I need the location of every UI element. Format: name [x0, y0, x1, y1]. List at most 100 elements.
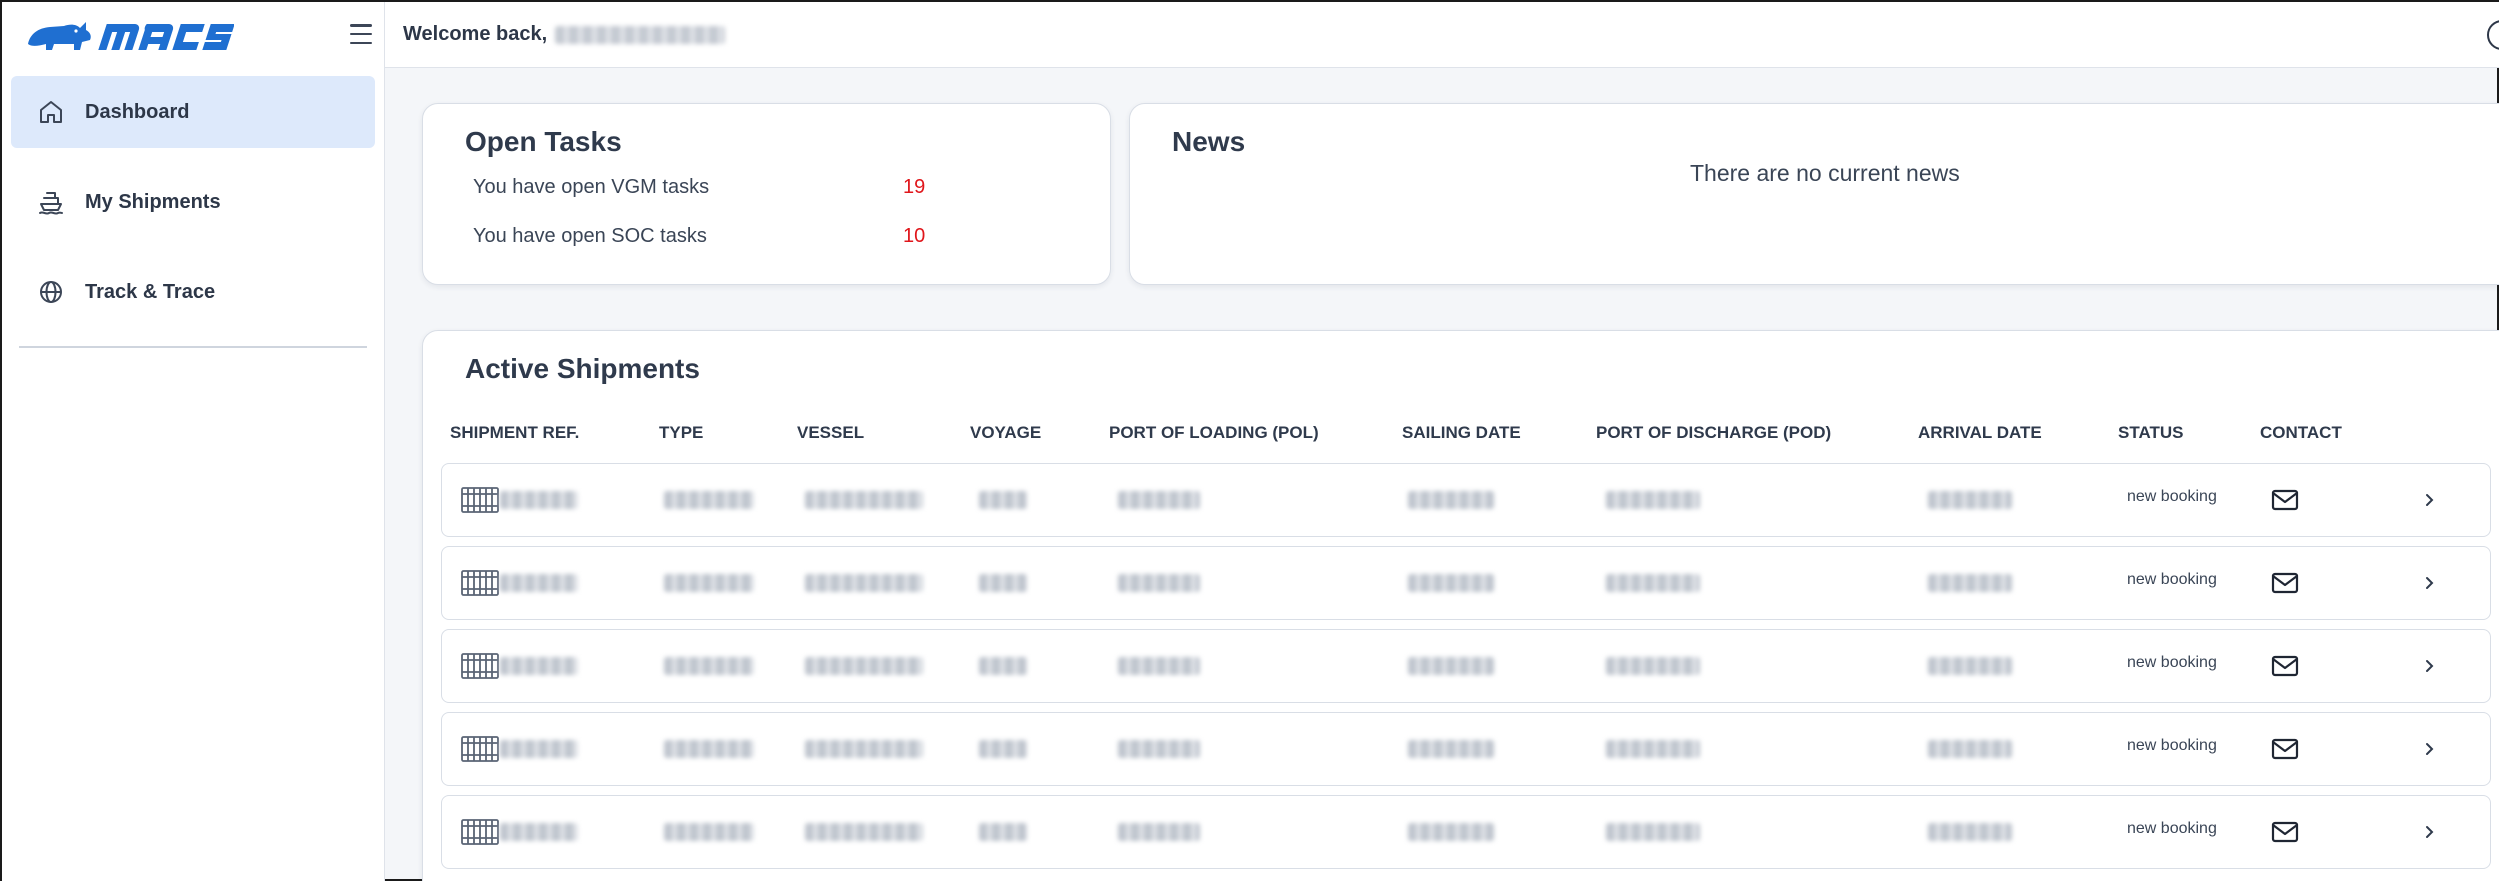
sidebar-nav: Dashboard My Shipments Track & Trace	[2, 68, 384, 348]
shipment-arrival: ██████	[1928, 657, 2012, 675]
user-avatar[interactable]	[2487, 20, 2499, 50]
news-title: News	[1172, 126, 1246, 157]
sidebar-item-dashboard[interactable]: Dashboard	[11, 76, 375, 148]
task-label-vgm: You have open VGM tasks	[473, 176, 710, 198]
shipment-arrival: ██████	[1928, 740, 2012, 758]
shipment-sailing: ██ ██ ████	[1408, 491, 1494, 509]
column-header[interactable]: CONTACT	[2260, 423, 2342, 443]
column-header[interactable]: VOYAGE	[970, 423, 1041, 443]
shipment-pod: ███████	[1606, 491, 1700, 509]
mail-icon[interactable]	[2270, 817, 2300, 847]
column-header[interactable]: SHIPMENT REF.	[450, 423, 579, 443]
sidebar-divider	[19, 346, 367, 348]
column-header[interactable]: TYPE	[659, 423, 703, 443]
chevron-right-icon[interactable]	[2419, 571, 2439, 595]
chevron-right-icon[interactable]	[2419, 488, 2439, 512]
shipment-arrival: ██████	[1928, 823, 2012, 841]
column-header[interactable]: PORT OF DISCHARGE (POD)	[1596, 423, 1831, 443]
shipment-ref: ██████	[500, 574, 578, 592]
shipment-ref: ██████	[500, 657, 578, 675]
column-header[interactable]: PORT OF LOADING (POL)	[1109, 423, 1319, 443]
macs-logo[interactable]	[24, 14, 234, 58]
shipment-arrival: ██████	[1928, 574, 2012, 592]
column-header[interactable]: SAILING DATE	[1402, 423, 1521, 443]
shipment-row[interactable]: ██████████████████████████████ ██ ██████…	[441, 463, 2491, 537]
container-icon	[460, 816, 500, 848]
shipment-vessel: ████████	[805, 740, 923, 758]
shipment-vessel: ████████	[805, 574, 923, 592]
shipment-vessel: ███████	[805, 491, 923, 509]
shipment-pod: ███████	[1606, 574, 1700, 592]
shipment-row[interactable]: ███████████████████████████████ ██ █████…	[441, 629, 2491, 703]
task-label-soc: You have open SOC tasks	[473, 225, 707, 247]
shipment-vessel: ████████	[805, 823, 923, 841]
shipment-sailing: ██ ██ ████	[1408, 657, 1494, 675]
shipment-voyage: ███	[979, 491, 1027, 509]
mail-icon[interactable]	[2270, 568, 2300, 598]
shipment-vessel: ████████	[805, 657, 923, 675]
sidebar-item-track-trace[interactable]: Track & Trace	[11, 256, 375, 328]
shipment-pol: ██████	[1118, 491, 1200, 509]
shipment-voyage: ███	[979, 740, 1027, 758]
brand-bar	[2, 2, 384, 68]
open-tasks-card: Open Tasks You have open VGM tasks 19 Yo…	[422, 103, 1111, 285]
sidebar-item-my-shipments[interactable]: My Shipments	[11, 166, 375, 238]
shipment-ref: ██████	[500, 823, 578, 841]
container-icon	[460, 567, 500, 599]
status-badge: new booking	[2127, 488, 2217, 505]
shipment-pol: ██████	[1118, 574, 1200, 592]
shipment-ref: ██████	[500, 740, 578, 758]
shipment-sailing: ██ ██ ████	[1408, 823, 1494, 841]
column-header[interactable]: VESSEL	[797, 423, 864, 443]
shipment-pol: ██████	[1118, 740, 1200, 758]
ship-icon	[37, 188, 65, 216]
shipment-type: ██████	[664, 657, 754, 675]
status-badge: new booking	[2127, 737, 2217, 754]
chevron-right-icon[interactable]	[2419, 737, 2439, 761]
chevron-right-icon[interactable]	[2419, 654, 2439, 678]
container-icon	[460, 484, 500, 516]
mail-icon[interactable]	[2270, 485, 2300, 515]
shipment-pod: ███████	[1606, 740, 1700, 758]
shipment-voyage: ███	[979, 657, 1027, 675]
mail-icon[interactable]	[2270, 651, 2300, 681]
welcome-text: Welcome back,	[403, 23, 548, 45]
shipment-voyage: ███	[979, 823, 1027, 841]
mail-icon[interactable]	[2270, 734, 2300, 764]
news-card: News There are no current news	[1129, 103, 2499, 285]
home-icon	[37, 98, 65, 126]
shipment-ref: ██████	[500, 491, 578, 509]
container-icon	[460, 650, 500, 682]
sidebar-item-label: My Shipments	[85, 190, 221, 213]
active-shipments-card: Active Shipments SHIPMENT REF. TYPE VESS…	[422, 330, 2499, 881]
column-header[interactable]: STATUS	[2118, 423, 2183, 443]
menu-toggle-icon[interactable]	[350, 24, 372, 44]
shipment-pol: ██████	[1118, 823, 1200, 841]
sidebar-item-label: Dashboard	[85, 100, 190, 123]
rhino-logo-icon	[28, 22, 234, 50]
shipment-pod: ███████	[1606, 657, 1700, 675]
globe-icon	[37, 278, 65, 306]
chevron-right-icon[interactable]	[2419, 820, 2439, 844]
sidebar: Dashboard My Shipments Track & Trace	[2, 2, 385, 881]
status-badge: new booking	[2127, 820, 2217, 837]
shipment-pod: ███████	[1606, 823, 1700, 841]
status-badge: new booking	[2127, 654, 2217, 671]
shipment-type: ██████	[664, 574, 754, 592]
shipment-row[interactable]: ███████████████████████████████ ██ █████…	[441, 546, 2491, 620]
task-count-soc[interactable]: 10	[903, 225, 925, 248]
news-empty-message: There are no current news	[1690, 160, 1960, 186]
shipment-arrival: ██████	[1928, 491, 2012, 509]
shipment-type: ██████	[664, 491, 754, 509]
open-tasks-title: Open Tasks	[465, 126, 622, 157]
shipment-pol: ██████	[1118, 657, 1200, 675]
sidebar-item-label: Track & Trace	[85, 280, 216, 303]
active-shipments-title: Active Shipments	[465, 353, 700, 384]
shipments-table-header: SHIPMENT REF. TYPE VESSEL VOYAGE PORT OF…	[423, 423, 2499, 447]
shipment-voyage: ███	[979, 574, 1027, 592]
task-count-vgm[interactable]: 19	[903, 176, 925, 199]
shipment-row[interactable]: ███████████████████████████████ ██ █████…	[441, 795, 2491, 869]
shipment-type: ██████	[664, 823, 754, 841]
shipment-row[interactable]: ███████████████████████████████ ██ █████…	[441, 712, 2491, 786]
column-header[interactable]: ARRIVAL DATE	[1918, 423, 2042, 443]
